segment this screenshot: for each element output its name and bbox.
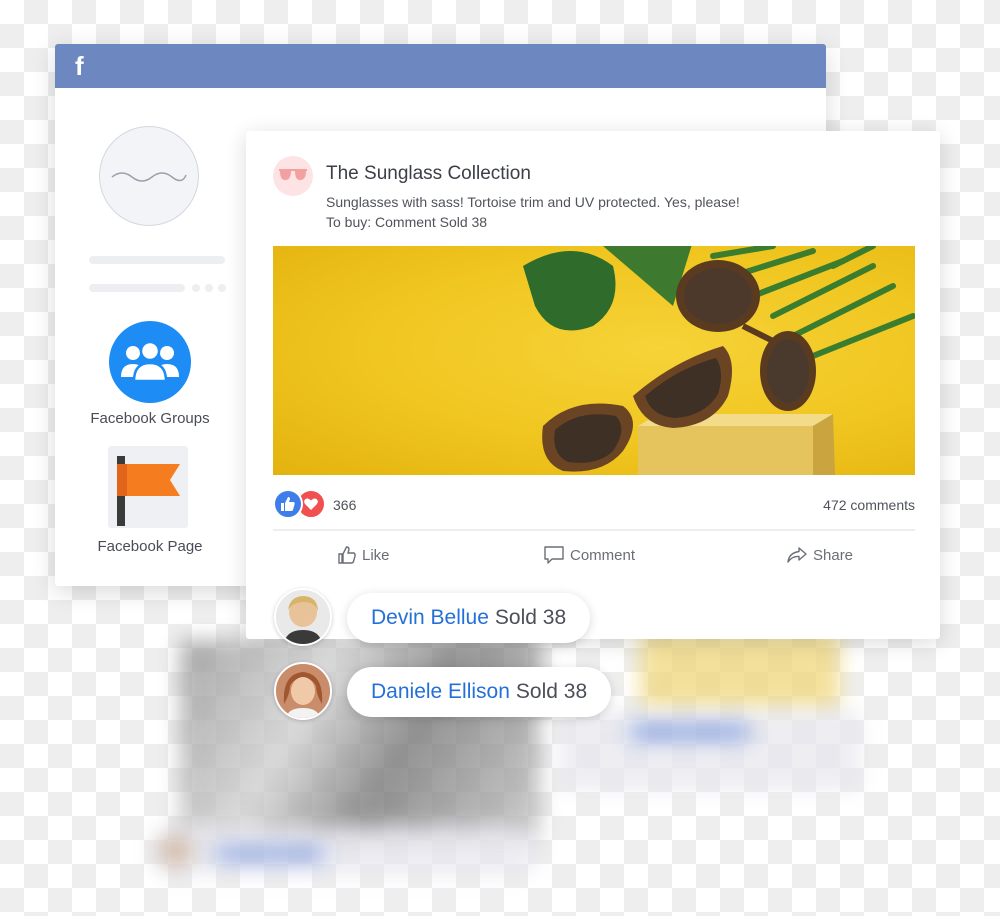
comment-label: Comment [570, 546, 636, 564]
divider [273, 529, 915, 531]
like-button[interactable]: Like [337, 544, 390, 566]
skeleton-line [89, 284, 185, 292]
comment-text: Sold 38 [515, 680, 588, 703]
skeleton-dot [205, 284, 213, 292]
blurred-comment-link [215, 848, 325, 860]
comment-icon [544, 546, 564, 564]
like-reaction-icon [273, 489, 303, 519]
share-icon [787, 547, 807, 563]
facebook-logo-icon[interactable]: f [75, 53, 84, 79]
comment-author[interactable]: Daniele Ellison [371, 680, 510, 704]
blurred-avatar [160, 835, 192, 867]
groups-icon[interactable] [109, 321, 191, 403]
profile-picture-placeholder[interactable] [99, 126, 199, 226]
skeleton-dot [218, 284, 226, 292]
post-image-sunglasses[interactable] [273, 246, 915, 475]
thumbs-up-icon [338, 546, 356, 564]
share-button[interactable]: Share [786, 544, 853, 566]
blurred-background-panel [560, 710, 860, 790]
post-card: The Sunglass Collection Sunglasses with … [246, 131, 940, 639]
avatar[interactable] [274, 662, 332, 720]
skeleton-dot [192, 284, 200, 292]
post-page-name[interactable]: The Sunglass Collection [326, 163, 531, 185]
avatar[interactable] [274, 588, 332, 646]
blurred-background-link [630, 725, 750, 739]
facebook-groups-label[interactable]: Facebook Groups [65, 410, 235, 427]
comment-bubble[interactable]: Devin Bellue Sold 38 [347, 593, 591, 643]
flag-icon[interactable] [108, 446, 188, 528]
comment-author[interactable]: Devin Bellue [371, 606, 489, 630]
facebook-page-label[interactable]: Facebook Page [65, 538, 235, 555]
like-label: Like [362, 546, 390, 564]
blurred-comment-bubble [150, 825, 540, 875]
share-label: Share [813, 546, 854, 564]
blurred-background-block [640, 630, 840, 710]
sunglasses-icon[interactable] [273, 156, 313, 196]
facebook-top-bar: f [55, 44, 826, 88]
comments-count[interactable]: 472 comments [823, 497, 915, 513]
post-text-line: Sunglasses with sass! Tortoise trim and … [326, 194, 740, 210]
comment-bubble[interactable]: Daniele Ellison Sold 38 [347, 667, 612, 717]
skeleton-line [89, 256, 225, 264]
comment-button[interactable]: Comment [543, 544, 635, 566]
post-text-line: To buy: Comment Sold 38 [326, 214, 488, 230]
reactions[interactable] [273, 487, 333, 521]
comment-text: Sold 38 [494, 606, 567, 629]
reaction-count[interactable]: 366 [333, 497, 356, 513]
